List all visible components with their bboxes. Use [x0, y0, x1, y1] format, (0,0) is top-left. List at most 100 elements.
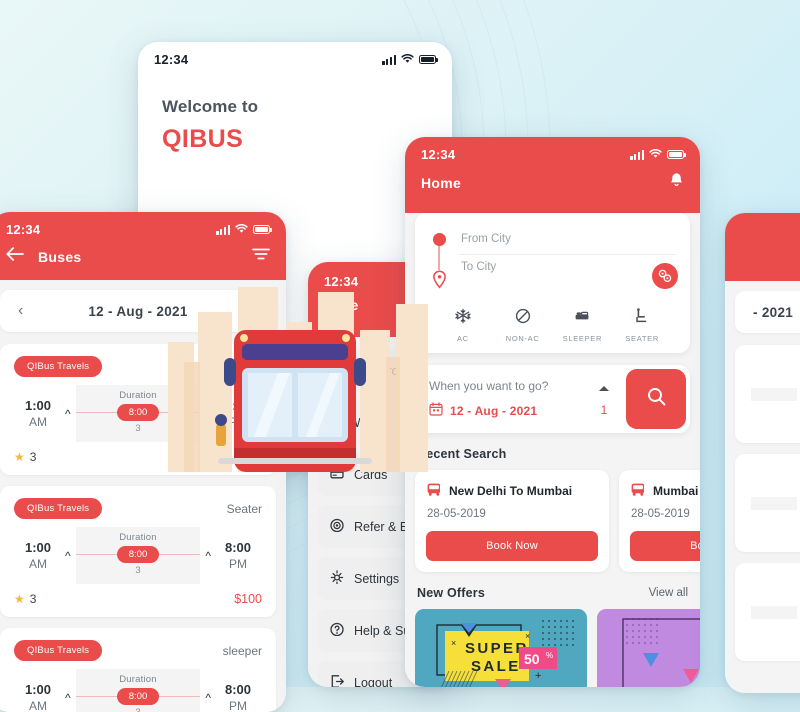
bus-list: Seater ^ 8:00PM $50 Seater ^ 8:00PM	[735, 345, 800, 661]
svg-text:×: ×	[451, 638, 456, 648]
bus-type-seater[interactable]: SEATER	[612, 308, 672, 343]
bus-type-non-ac[interactable]: NON-AC	[493, 308, 553, 343]
duration-label: Duration	[119, 532, 157, 543]
status-time: 12:34	[6, 222, 41, 237]
price: $100	[234, 592, 262, 606]
welcome-greeting: Welcome to	[162, 97, 259, 116]
star-icon: ★	[14, 592, 25, 606]
recent-date: 28-05-2019	[427, 508, 486, 520]
date-selector[interactable]: - 2021 ›	[735, 291, 800, 333]
offer-banner[interactable]	[597, 609, 700, 687]
rating: ★ 3	[14, 592, 37, 606]
duration-block: Duration 8:00 3	[75, 669, 201, 712]
recent-search-card[interactable]: Mumbai To New Delhi 28-05-2019 Book Now	[619, 470, 700, 572]
caret-up-icon: ^	[205, 548, 211, 563]
travel-date-card: When you want to go? 12 - Aug - 2021 1	[415, 365, 690, 433]
star-icon: ★	[14, 450, 25, 464]
right-partial-screen: - 2021 › Seater ^ 8:00PM $50 Seater ^	[725, 213, 800, 693]
more-item-label: Settings	[354, 571, 400, 586]
wifi-icon	[649, 147, 662, 162]
depart-time: 1:00 AM	[24, 398, 52, 429]
operator-badge: QIBus Travels	[14, 356, 103, 377]
bell-icon[interactable]	[669, 172, 684, 193]
search-button[interactable]	[626, 369, 686, 429]
bus-type-filters: AC NON-AC SLEEPER SEATER	[429, 308, 676, 343]
gear-icon	[330, 570, 344, 587]
swap-location-icon[interactable]	[652, 263, 678, 289]
recent-route: New Delhi To Mumbai	[426, 482, 598, 499]
bus-icon	[630, 482, 645, 499]
signal-icon	[382, 55, 396, 65]
book-now-button[interactable]: Book Now	[426, 531, 598, 561]
bus-card[interactable]: Seater ^ 8:00PM $100	[735, 454, 800, 552]
bus-card[interactable]: QIBus Travels Seater 1:00AM ^ Duration 8…	[0, 486, 276, 617]
caret-up-icon[interactable]	[598, 381, 610, 395]
svg-text:%: %	[546, 651, 553, 660]
book-now-button[interactable]: Book Now	[630, 531, 700, 561]
more-item-label: Logout	[354, 675, 393, 688]
travel-date[interactable]: 12 - Aug - 2021	[429, 402, 586, 419]
offers-list: SUPER SALE 50 % × × +	[415, 609, 700, 687]
bus-class: sleeper	[222, 643, 262, 658]
recent-search-card[interactable]: New Delhi To Mumbai 28-05-2019 Book Now	[415, 470, 609, 572]
welcome-screen: 12:34 Welcome to QIBUS	[138, 42, 452, 472]
prev-date-button[interactable]: ‹	[18, 303, 23, 319]
status-time: 12:34	[154, 52, 189, 67]
city-bus-illustration	[168, 287, 428, 472]
duration-value: 8:00	[116, 546, 160, 563]
passenger-count: 1	[600, 403, 608, 417]
bus-icon	[426, 482, 441, 499]
bus-type-label: SEATER	[625, 334, 659, 343]
operator-badge: QIBus Travels	[14, 640, 103, 661]
bus-class: Seater	[226, 501, 262, 516]
caret-up-icon: ^	[65, 406, 71, 421]
bus-card[interactable]: sleeper ^ 8:00PM $50	[735, 563, 800, 661]
bus-card[interactable]: QIBus Travels sleeper 1:00 AM ^ Duration …	[0, 628, 276, 712]
svg-text:×: ×	[525, 631, 530, 641]
offers-heading: New Offers	[417, 586, 485, 600]
page-title: Home	[421, 174, 462, 191]
route-search-card: From City To City AC NON-AC SLEEPER SEAT…	[415, 213, 690, 353]
duration-value: 8:00	[116, 688, 160, 705]
bed-icon	[574, 311, 590, 328]
caret-up-icon: ^	[205, 690, 211, 705]
status-bar	[725, 213, 800, 242]
recent-search-list: New Delhi To Mumbai 28-05-2019 Book Now …	[415, 470, 700, 572]
status-bar: 12:34	[138, 42, 452, 71]
bus-type-label: NON-AC	[505, 334, 540, 343]
offers-view-all-link[interactable]: View all	[649, 587, 688, 599]
bus-card[interactable]: Seater ^ 8:00PM $50	[735, 345, 800, 443]
back-arrow-icon[interactable]	[6, 247, 24, 266]
depart-time: 1:00 AM	[24, 540, 52, 571]
seat-icon	[634, 308, 650, 328]
welcome-brand: QIBUS	[162, 125, 244, 153]
to-city-input[interactable]: To City	[459, 255, 676, 275]
bus-type-sleeper[interactable]: SLEEPER	[553, 308, 613, 343]
search-icon	[647, 387, 666, 411]
duration-block: Duration 8:00 3	[75, 527, 201, 584]
caret-up-icon: ^	[65, 548, 71, 563]
no-entry-icon	[515, 308, 531, 328]
stops-count: 3	[76, 707, 201, 712]
refer-icon	[330, 518, 344, 535]
page-title: Buses	[38, 248, 82, 265]
svg-text:50: 50	[524, 651, 540, 667]
battery-icon	[419, 54, 438, 65]
svg-text:SALE: SALE	[471, 658, 521, 675]
recent-search-header: Recent Search	[417, 447, 688, 461]
logout-icon	[330, 674, 344, 687]
when-question: When you want to go?	[429, 379, 549, 393]
svg-text:+: +	[535, 670, 541, 682]
travel-date-text: 12 - Aug - 2021	[450, 403, 538, 418]
stops-count: 3	[135, 565, 141, 576]
rating: ★ 3	[14, 450, 37, 464]
bus-type-label: SLEEPER	[562, 334, 603, 343]
from-city-input[interactable]: From City	[459, 227, 676, 255]
passenger-stepper[interactable]: 1	[586, 365, 622, 433]
offer-banner[interactable]: SUPER SALE 50 % × × +	[415, 609, 587, 687]
snowflake-icon	[455, 308, 471, 328]
duration-label: Duration	[119, 674, 157, 685]
offers-header: New Offers View all	[417, 586, 688, 600]
recent-date: 28-05-2019	[631, 508, 690, 520]
arrive-time: 8:00PM	[224, 540, 252, 571]
